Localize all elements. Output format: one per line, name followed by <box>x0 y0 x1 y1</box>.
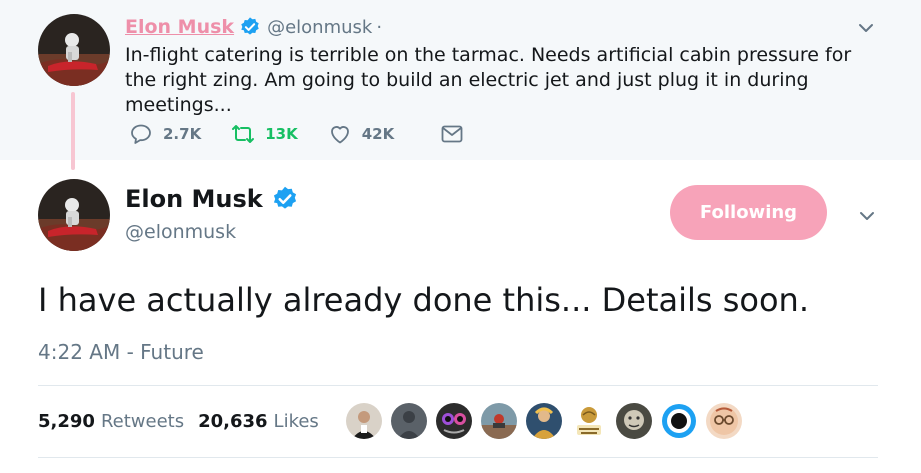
parent-tweet[interactable]: Elon Musk @elonmusk · In-flight catering… <box>0 0 921 170</box>
following-button[interactable]: Following <box>670 185 827 240</box>
tweet-stats: 5,290 Retweets 20,636 Likes <box>38 409 319 433</box>
chevron-down-icon[interactable] <box>858 207 876 225</box>
liker-avatar[interactable] <box>706 403 742 439</box>
parent-tweet-actions: 2.7K 13K 42K <box>129 120 494 148</box>
tweet-timestamp[interactable]: 4:22 AM - Future <box>38 340 204 364</box>
main-author-name[interactable]: Elon Musk <box>125 185 263 213</box>
liker-avatar[interactable] <box>526 403 562 439</box>
liker-avatar[interactable] <box>481 403 517 439</box>
message-icon <box>441 125 463 143</box>
divider <box>38 457 878 458</box>
likes-stat[interactable]: 20,636 Likes <box>198 411 319 432</box>
reply-icon <box>131 124 151 144</box>
thread-connector-line <box>71 92 75 170</box>
parent-tweet-text: In-flight catering is terrible on the ta… <box>125 44 852 116</box>
divider <box>38 385 878 386</box>
liker-avatar[interactable] <box>436 403 472 439</box>
liker-avatar[interactable] <box>571 403 607 439</box>
main-author-avatar[interactable] <box>38 179 110 251</box>
likes-label: Likes <box>273 410 319 432</box>
chevron-down-icon[interactable] <box>857 19 875 37</box>
parent-tweet-header: Elon Musk @elonmusk · <box>125 14 382 40</box>
direct-message-button[interactable] <box>440 122 464 146</box>
main-tweet-text: I have actually already done this... Det… <box>38 281 809 319</box>
liker-avatar[interactable] <box>661 403 697 439</box>
main-author-name-row: Elon Musk <box>125 183 299 215</box>
liker-avatar[interactable] <box>391 403 427 439</box>
like-icon <box>330 126 349 144</box>
retweet-icon <box>232 125 255 143</box>
reply-button[interactable]: 2.7K <box>129 122 201 146</box>
reply-count: 2.7K <box>163 125 202 143</box>
retweet-count: 13K <box>265 125 298 143</box>
likes-count: 20,636 <box>198 410 268 432</box>
like-button[interactable]: 42K <box>328 122 395 146</box>
retweets-count: 5,290 <box>38 410 95 432</box>
retweets-label: Retweets <box>100 410 185 432</box>
retweet-button[interactable]: 13K <box>231 122 298 146</box>
main-author-handle[interactable]: @elonmusk <box>125 221 236 243</box>
parent-author-avatar[interactable] <box>38 14 110 86</box>
verified-badge-icon <box>273 186 296 209</box>
like-count: 42K <box>361 125 395 143</box>
retweets-stat[interactable]: 5,290 Retweets <box>38 411 184 432</box>
verified-badge-icon <box>241 17 259 35</box>
parent-author-name[interactable]: Elon Musk <box>125 16 234 38</box>
parent-author-handle[interactable]: @elonmusk <box>267 17 372 38</box>
header-separator: · <box>376 16 383 38</box>
liker-avatar[interactable] <box>616 403 652 439</box>
liker-avatar[interactable] <box>346 403 382 439</box>
liker-avatars <box>346 402 751 440</box>
